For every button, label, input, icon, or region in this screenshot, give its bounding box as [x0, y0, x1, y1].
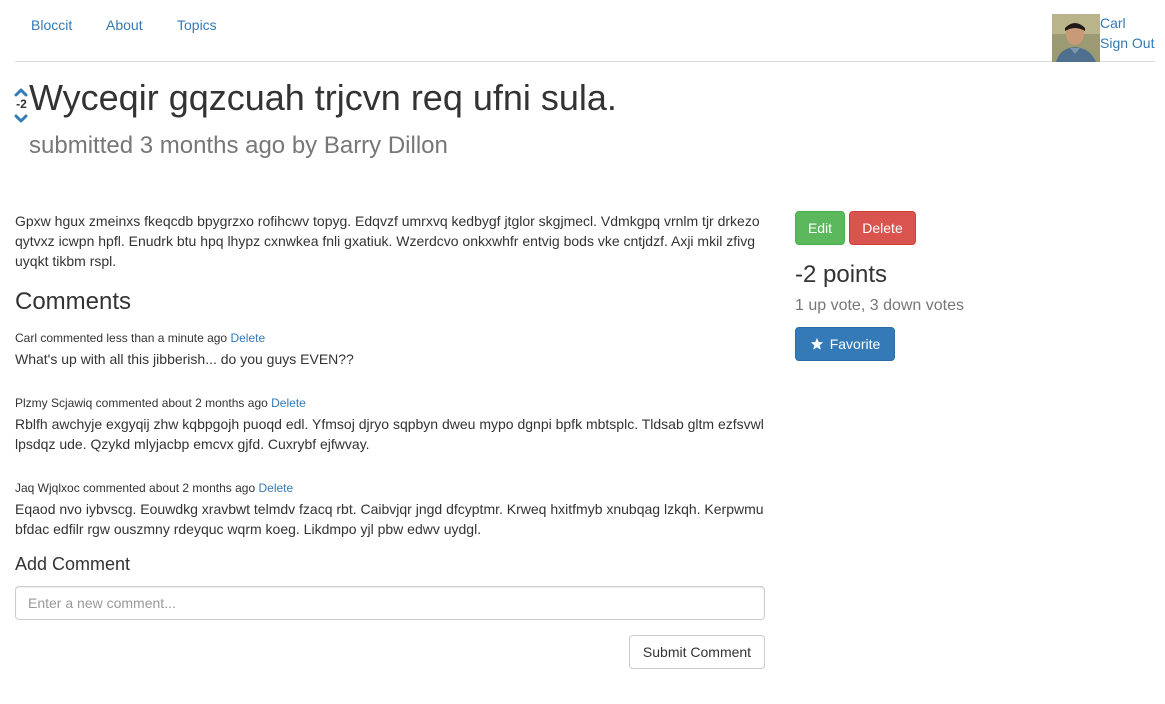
comment-delete-link[interactable]: Delete [271, 396, 306, 410]
comment-author-line: Jaq Wjqlxoc commented about 2 months ago [15, 481, 256, 495]
vote-down-chevron-icon[interactable] [14, 111, 28, 123]
post-body: Gpxw hgux zmeinxs fkeqcdb bpygrzxo rofih… [15, 213, 760, 269]
nav-link-about[interactable]: About [106, 16, 143, 36]
post-title: Wyceqir gqzcuah trjcvn req ufni sula. [29, 77, 617, 118]
navbar: Bloccit About Topics Carl Sign Out [15, 0, 1155, 62]
vote-count: -2 [16, 97, 27, 111]
comment-delete-link[interactable]: Delete [258, 481, 293, 495]
edit-button[interactable]: Edit [795, 211, 845, 245]
comment-body: What's up with all this jibberish... do … [15, 351, 354, 367]
comment-delete-link[interactable]: Delete [230, 331, 265, 345]
add-comment-heading: Add Comment [15, 554, 131, 574]
comment-input[interactable] [15, 586, 765, 620]
comment-body: Rblfh awchyje exgyqij zhw kqbpgojh puoqd… [15, 416, 764, 452]
comment-author-line: Carl commented less than a minute ago [15, 331, 228, 345]
delete-post-button[interactable]: Delete [849, 211, 916, 245]
comment-meta: Plzmy Scjawiq commented about 2 months a… [15, 395, 765, 411]
sign-out-link[interactable]: Sign Out [1100, 34, 1154, 54]
avatar[interactable] [1052, 14, 1100, 62]
comment-author-line: Plzmy Scjawiq commented about 2 months a… [15, 396, 268, 410]
comment-meta: Carl commented less than a minute ago De… [15, 330, 765, 346]
comment-item: Plzmy Scjawiq commented about 2 months a… [15, 395, 765, 454]
nav-link-bloccit[interactable]: Bloccit [31, 16, 72, 36]
favorite-label: Favorite [829, 336, 881, 352]
comment-item: Carl commented less than a minute ago De… [15, 330, 765, 369]
post-meta: submitted 3 months ago by Barry Dillon [29, 132, 448, 159]
favorite-button[interactable]: Favorite [795, 327, 895, 361]
comments-heading: Comments [15, 288, 132, 315]
votes-detail: 1 up vote, 3 down votes [795, 297, 964, 314]
points-total: -2 points [795, 261, 888, 288]
star-icon [810, 330, 824, 362]
comment-meta: Jaq Wjqlxoc commented about 2 months ago… [15, 480, 765, 496]
nav-link-topics[interactable]: Topics [177, 16, 217, 36]
comment-item: Jaq Wjqlxoc commented about 2 months ago… [15, 480, 765, 539]
comment-body: Eqaod nvo iybvscg. Eouwdkg xravbwt telmd… [15, 501, 764, 537]
vote-widget: -2 [14, 84, 30, 123]
submit-comment-button[interactable]: Submit Comment [629, 635, 765, 669]
vote-up-chevron-icon[interactable] [14, 84, 28, 97]
user-name-link[interactable]: Carl [1100, 14, 1126, 34]
